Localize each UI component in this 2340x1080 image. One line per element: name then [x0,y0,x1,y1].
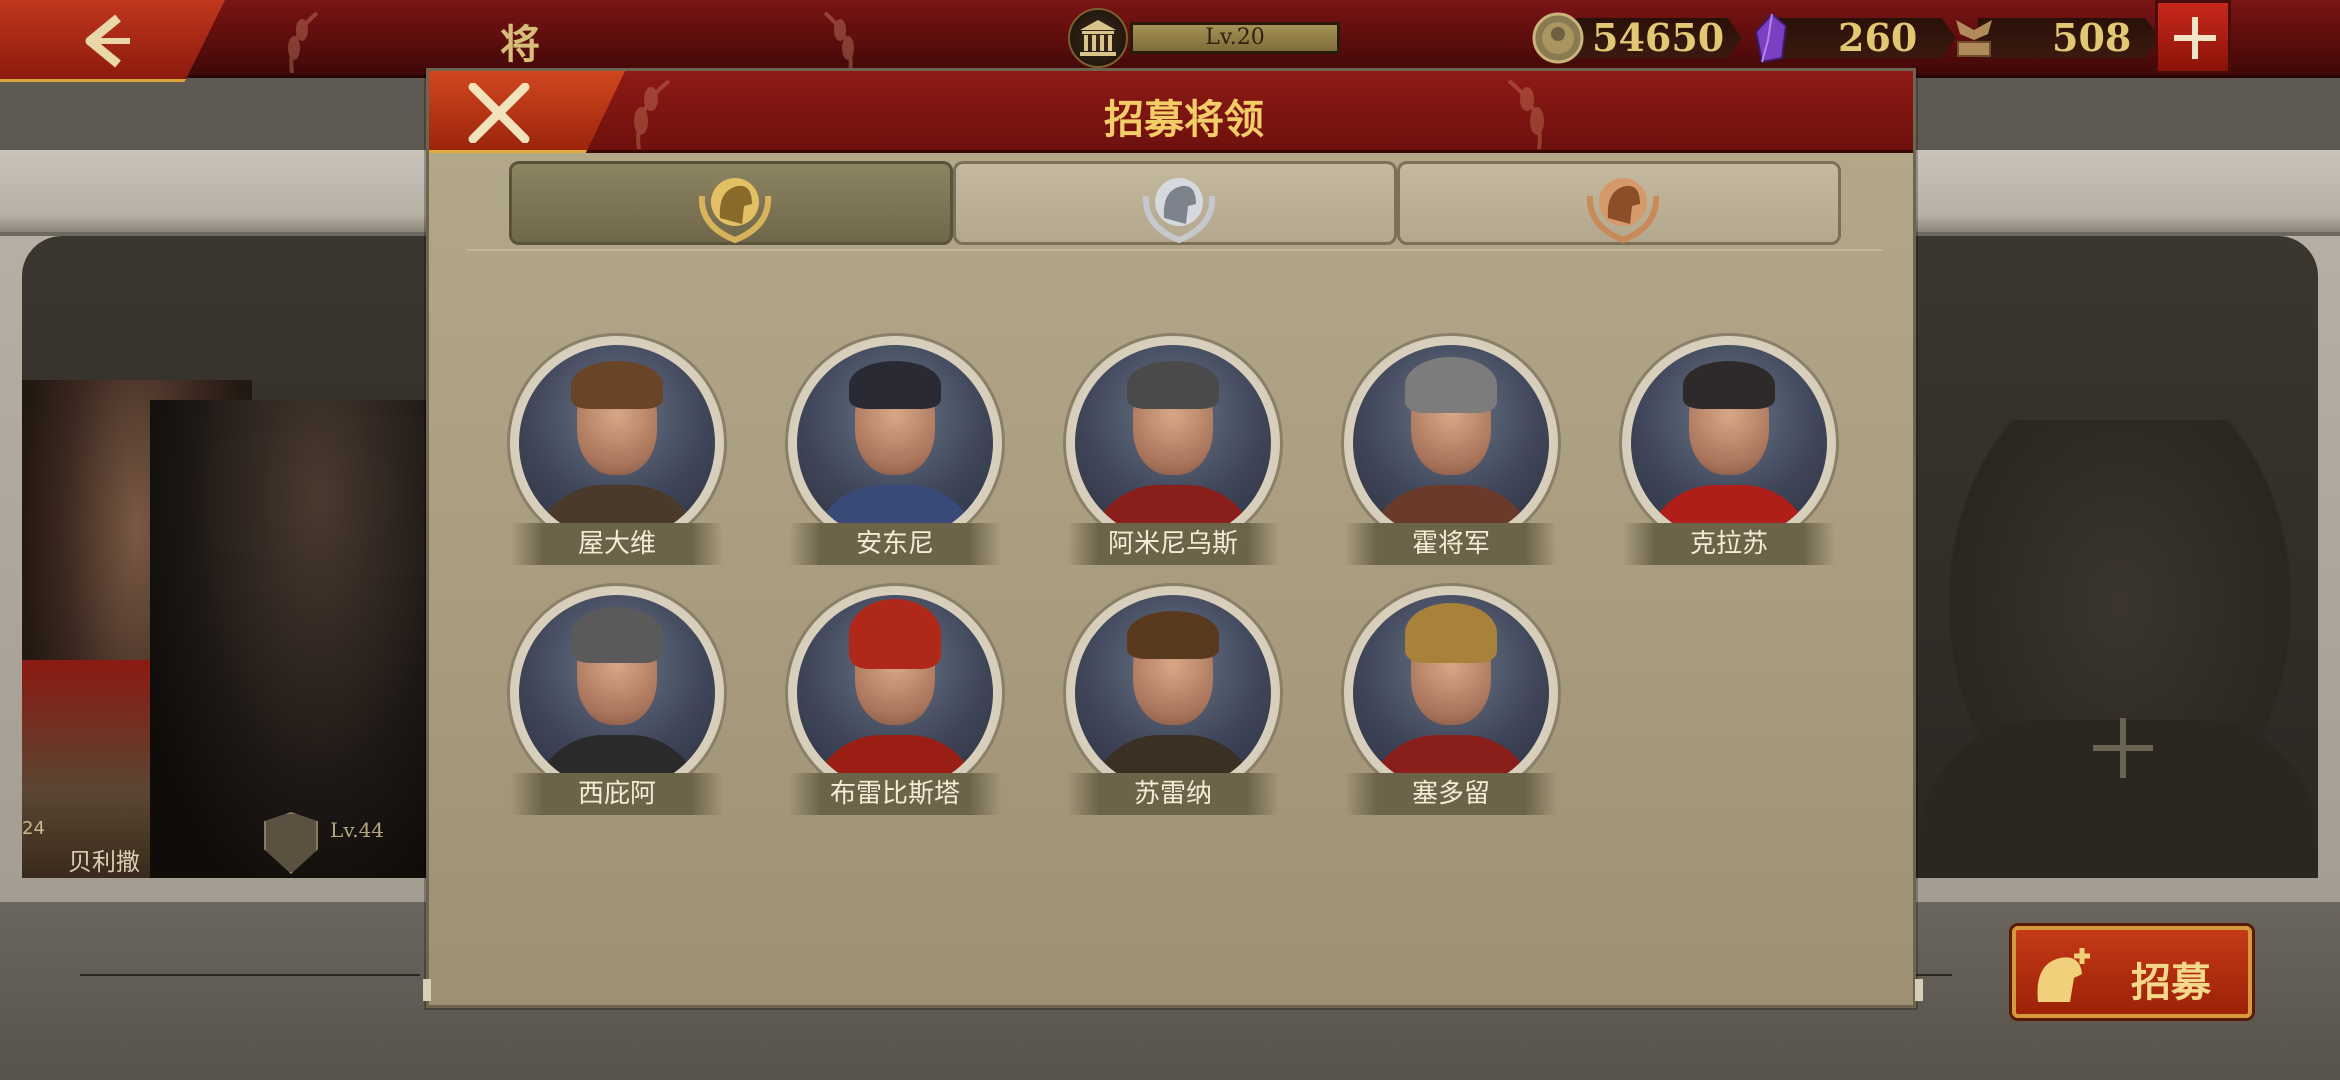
general-card-crassus[interactable]: 克拉苏 [1619,333,1839,565]
general-portrait [1631,345,1827,541]
back-button[interactable] [0,0,225,82]
dialog-header: 招募将领 [429,71,1913,153]
general-card-antony[interactable]: 安东尼 [785,333,1005,565]
general-name: 西庇阿 [511,773,723,815]
close-icon [468,83,530,143]
general-portrait [1075,595,1271,791]
silver-spartan-helmet-icon [1142,178,1216,244]
purple-gem-icon [1754,12,1788,64]
general-name: 塞多留 [1345,773,1557,815]
tab-silver[interactable] [953,161,1397,245]
spqr-value: 508 [1978,18,2160,58]
general-name: 霍将军 [1345,523,1557,565]
general-portrait [1075,345,1271,541]
divider [80,974,420,976]
dialog-title: 招募将领 [1104,96,1264,143]
tab-bronze[interactable] [1397,161,1841,245]
gem-value: 260 [1776,18,1956,58]
recruit-button-label: 招募 [2131,959,2211,1006]
coin-value: 54650 [1562,18,1742,58]
player-level: Lv.20 [1068,8,1340,68]
laurel-decoration-icon [1507,79,1544,150]
dialog-corner [1915,979,1923,1001]
page-title: 将 领 [500,21,552,126]
general-card-scipio[interactable]: 西庇阿 [507,583,727,815]
coin-icon [1532,12,1584,64]
general-name: 克拉苏 [1623,523,1835,565]
laurel-decoration-icon [288,11,319,74]
general-card-octavian[interactable]: 屋大维 [507,333,727,565]
general-card-arminius[interactable]: 阿米尼乌斯 [1063,333,1283,565]
background-small-number: 24 [22,818,45,839]
temple-icon [1068,8,1128,68]
coin-resource: 54650 [1532,12,1742,64]
divider [1912,974,1952,976]
gem-resource: 260 [1746,12,1956,64]
general-card-huo[interactable]: 霍将军 [1341,333,1561,565]
dialog-corner [423,979,431,1001]
bronze-spartan-helmet-icon [1586,178,1660,244]
general-portrait [519,595,715,791]
tab-gold[interactable] [509,161,953,245]
add-slot-plus-icon [2093,718,2153,778]
general-portrait [797,345,993,541]
general-portrait [797,595,993,791]
spqr-resource: 508 [1948,12,2160,64]
rarity-tabs [509,161,1841,247]
background-general-portrait[interactable] [150,400,430,878]
helmet [849,599,941,669]
general-name: 安东尼 [789,523,1001,565]
gold-spartan-helmet-icon [698,178,772,244]
back-arrow-icon [85,14,130,68]
general-card-burebista[interactable]: 布雷比斯塔 [785,583,1005,815]
helmet [1405,357,1497,413]
general-name: 阿米尼乌斯 [1067,523,1279,565]
general-name: 屋大维 [511,523,723,565]
general-card-sertorius[interactable]: 塞多留 [1341,583,1561,815]
recruit-generals-dialog: 招募将领 屋大维 安东尼 阿米尼乌斯 霍将军 克拉苏 西庇阿 布雷比斯塔 苏雷纳… [423,68,1923,1008]
general-portrait [1353,345,1549,541]
general-card-surena[interactable]: 苏雷纳 [1063,583,1283,815]
helmet [571,607,663,663]
general-name: 布雷比斯塔 [789,773,1001,815]
level-label: Lv.20 [1130,22,1340,54]
add-resource-button[interactable] [2155,0,2231,74]
general-portrait [1353,595,1549,791]
general-portrait [519,345,715,541]
general-grid: 屋大维 安东尼 阿米尼乌斯 霍将军 克拉苏 西庇阿 布雷比斯塔 苏雷纳 塞多留 [467,249,1883,949]
recruit-button[interactable]: 招募 [2012,926,2252,1018]
helmet [1405,603,1497,663]
background-general-name: 贝利撒 [68,848,140,876]
spartan-helmet-plus-icon [2037,948,2090,1002]
general-name: 苏雷纳 [1067,773,1279,815]
top-bar: 将 领 Lv.20 54650 260 [0,0,2340,126]
close-button[interactable] [429,71,625,153]
laurel-decoration-icon [634,79,671,150]
spqr-emblem-icon [1956,20,1992,57]
background-general-level: Lv.44 [330,818,385,842]
